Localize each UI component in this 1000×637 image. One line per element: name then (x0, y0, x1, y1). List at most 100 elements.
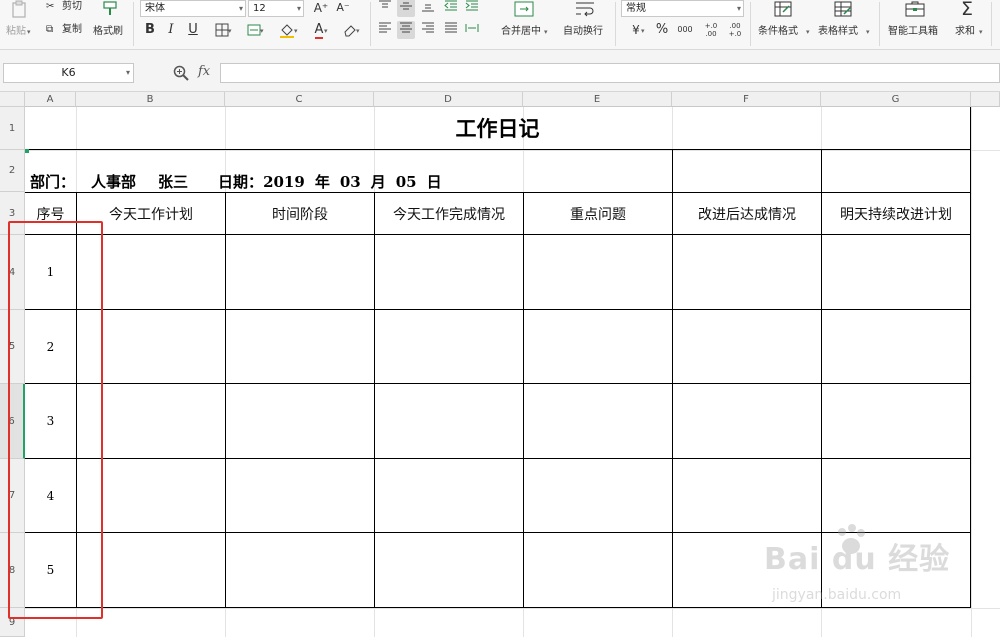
column-header-b[interactable]: B (76, 92, 225, 107)
font-size-select[interactable]: 12 ▾ (248, 0, 304, 17)
align-center-button[interactable] (397, 21, 415, 39)
thousands-button[interactable]: 000 (675, 21, 695, 39)
column-header-f[interactable]: F (672, 92, 821, 107)
currency-button[interactable]: ¥ ▾ (623, 21, 649, 39)
table-border (374, 192, 375, 608)
paste-button[interactable]: 粘贴 ▾ (4, 0, 34, 46)
formula-bar: K6 ▾ fx (0, 50, 1000, 92)
table-border (25, 309, 971, 310)
column-header-h[interactable] (971, 92, 1000, 107)
font-size-value: 12 (253, 3, 266, 14)
align-left-icon (379, 22, 391, 33)
percent-button[interactable]: % (653, 21, 671, 39)
italic-button[interactable]: I (162, 21, 180, 39)
fill-color-button[interactable]: ▾ (272, 21, 302, 39)
indent-icon (465, 0, 478, 11)
row-header-1[interactable]: 1 (0, 107, 25, 150)
merge-cells-icon (514, 1, 534, 17)
bold-button[interactable]: B (141, 21, 159, 39)
annotation-highlight-box (8, 221, 103, 619)
percent-icon: % (655, 22, 669, 37)
column-header-g[interactable]: G (821, 92, 971, 107)
align-top-icon (379, 0, 391, 8)
copy-icon: ⧉ (46, 24, 54, 35)
sum-button[interactable]: Σ 求和 ▾ (952, 0, 988, 46)
table-style-label: 表格样式 (818, 26, 858, 37)
clear-format-button[interactable]: ▾ (336, 21, 364, 39)
copy-button[interactable]: ⧉ 复制 (46, 24, 88, 38)
zoom-icon[interactable] (172, 64, 190, 82)
ribbon-toolbar: 粘贴 ▾ ✂ 剪切 ⧉ 复制 格式刷 宋体 ▾ 12 ▾ A⁺ A⁻ B I U… (0, 0, 1000, 50)
thousands-icon: 000 (677, 25, 693, 34)
align-center-icon (400, 22, 412, 33)
format-painter-button[interactable]: 格式刷 (92, 0, 128, 46)
wrap-text-label: 自动换行 (563, 26, 603, 37)
chevron-down-icon: ▾ (544, 28, 548, 36)
header-improvement-result[interactable]: 改进后达成情况 (673, 193, 821, 234)
chevron-down-icon: ▾ (125, 68, 130, 77)
cut-button[interactable]: ✂ 剪切 (46, 1, 88, 15)
column-header-c[interactable]: C (225, 92, 374, 107)
grow-font-button[interactable]: A⁺ (312, 0, 330, 17)
align-right-button[interactable] (419, 21, 437, 39)
align-left-button[interactable] (376, 21, 394, 39)
select-all-corner[interactable] (0, 92, 25, 107)
name-box[interactable]: K6 ▾ (3, 63, 134, 83)
row-header-2[interactable]: 2 (0, 150, 25, 192)
justify-button[interactable] (442, 21, 460, 39)
italic-icon: I (168, 22, 174, 37)
decrease-indent-button[interactable] (442, 0, 460, 17)
align-middle-button[interactable] (397, 0, 415, 17)
font-color-icon: A (314, 22, 324, 39)
smart-toolbox-button[interactable]: 智能工具箱 (886, 0, 946, 46)
chevron-down-icon: ▾ (806, 28, 810, 36)
borders-button[interactable]: ▾ (208, 21, 236, 39)
table-border (25, 149, 971, 150)
shrink-font-button[interactable]: A⁻ (334, 0, 352, 17)
distributed-button[interactable] (463, 21, 481, 39)
decrease-decimal-button[interactable]: .00 +.0 (724, 21, 746, 39)
watermark-brand: Bai du 经验 (764, 542, 951, 577)
table-style-button[interactable]: 表格样式 ▾ (817, 0, 872, 46)
justify-icon (445, 22, 457, 33)
ribbon-separator (133, 2, 134, 46)
number-format-select[interactable]: 常规 ▾ (621, 0, 744, 17)
copy-label: 复制 (62, 24, 82, 35)
increase-decimal-icon: +.0 .00 (704, 22, 718, 38)
header-completion[interactable]: 今天工作完成情况 (375, 193, 523, 234)
fx-icon[interactable]: fx (198, 64, 210, 79)
column-header-e[interactable]: E (523, 92, 672, 107)
eraser-icon (344, 25, 356, 37)
ribbon-separator (750, 2, 751, 46)
font-color-button[interactable]: A ▾ (306, 21, 332, 39)
conditional-format-button[interactable]: 条件格式 ▾ (757, 0, 812, 46)
font-name-select[interactable]: 宋体 ▾ (140, 0, 246, 17)
header-tomorrow-plan[interactable]: 明天持续改进计划 (822, 193, 970, 234)
chevron-down-icon: ▾ (294, 27, 298, 35)
formula-input[interactable] (220, 63, 1000, 83)
sum-icon: Σ (961, 0, 974, 20)
fill-pattern-button[interactable]: ▾ (240, 21, 268, 39)
format-painter-icon (103, 1, 117, 15)
info-row[interactable]: 部门： 人事部 张三 日期：2019 年 03 月 05 日 (30, 171, 452, 192)
outdent-icon (444, 0, 457, 11)
header-time-stage[interactable]: 时间阶段 (226, 193, 374, 234)
increase-indent-button[interactable] (463, 0, 481, 17)
align-bottom-icon (422, 4, 434, 12)
ribbon-separator (370, 2, 371, 46)
wrap-text-button[interactable]: 自动换行 (561, 0, 609, 46)
conditional-format-label: 条件格式 (758, 26, 798, 37)
column-header-a[interactable]: A (25, 92, 76, 107)
align-bottom-button[interactable] (419, 0, 437, 17)
header-key-issues[interactable]: 重点问题 (524, 193, 672, 234)
chevron-down-icon: ▾ (641, 27, 645, 35)
merge-center-button[interactable]: 合并居中 ▾ (498, 0, 550, 46)
table-border (25, 234, 971, 235)
person-name: 张三 (158, 173, 189, 191)
underline-button[interactable]: U (184, 21, 202, 39)
decrease-decimal-icon: .00 +.0 (728, 22, 742, 38)
align-top-button[interactable] (376, 0, 394, 17)
column-header-d[interactable]: D (374, 92, 523, 107)
sheet-title[interactable]: 工作日记 (25, 107, 970, 149)
increase-decimal-button[interactable]: +.0 .00 (700, 21, 722, 39)
